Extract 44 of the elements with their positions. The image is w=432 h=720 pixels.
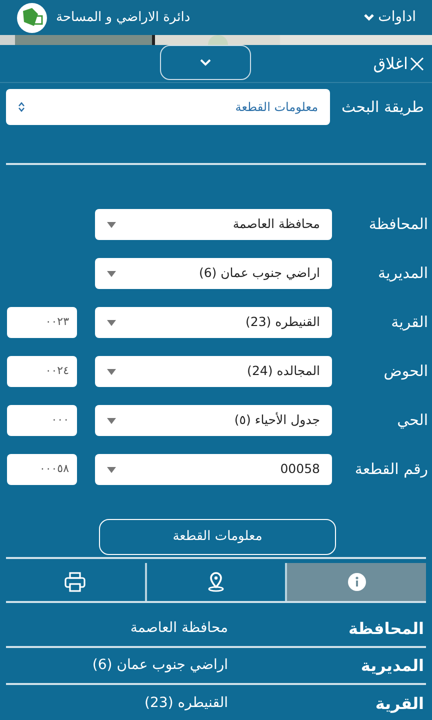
chevron-down-icon xyxy=(364,14,374,22)
tools-menu[interactable]: اداوات xyxy=(364,7,416,28)
info-value: محافظة العاصمة xyxy=(130,619,228,638)
dropdown[interactable]: القنيطره (23) xyxy=(95,307,332,338)
close-icon xyxy=(410,56,424,70)
logo-icon xyxy=(16,2,48,34)
caret-icon xyxy=(107,368,116,374)
info-label: المديرية xyxy=(360,654,424,677)
caret-icon xyxy=(107,320,116,326)
field-label: المحافظة xyxy=(368,214,428,236)
search-method-select[interactable]: معلومات القطعة xyxy=(6,89,330,125)
dropdown[interactable]: المجالده (24) xyxy=(95,356,332,387)
dropdown[interactable]: اراضي جنوب عمان (6) xyxy=(95,258,332,289)
code-field[interactable]: ٠٠٢٣ xyxy=(7,307,77,338)
dropdown[interactable]: محافظة العاصمة xyxy=(95,209,332,240)
info-tab[interactable] xyxy=(287,563,426,601)
field-label: المديرية xyxy=(377,263,428,284)
parcel-info-button[interactable]: معلومات القطعة xyxy=(99,519,336,555)
info-value: القنيطره (23) xyxy=(144,694,228,713)
info-value: اراضي جنوب عمان (6) xyxy=(92,656,228,675)
caret-icon xyxy=(107,466,116,472)
field-label: طريقة البحث xyxy=(340,96,424,118)
dropdown[interactable]: 00058 xyxy=(95,454,332,485)
field-label: الحي xyxy=(396,410,428,432)
map-pin-icon xyxy=(207,572,225,592)
dropdown[interactable]: جدول الأحياء (٥) xyxy=(95,405,332,436)
app-title: دائرة الاراضي و المساحة xyxy=(56,8,190,27)
field-label: القرية xyxy=(390,312,428,334)
info-icon xyxy=(348,573,366,591)
info-label: المحافظة xyxy=(347,618,424,640)
collapse-button[interactable] xyxy=(160,45,251,80)
code-field[interactable]: ٠٠٠٥٨ xyxy=(7,454,77,485)
printer-icon xyxy=(64,572,86,592)
field-label: رقم القطعة xyxy=(354,459,428,480)
field-label: الحوض xyxy=(382,361,428,382)
sort-icon xyxy=(18,102,25,112)
caret-icon xyxy=(107,222,116,228)
close-button[interactable]: اغلاق xyxy=(373,52,424,76)
chevron-down-icon xyxy=(200,59,211,66)
code-field[interactable]: ٠٠٢٤ xyxy=(7,356,77,387)
caret-icon xyxy=(107,418,116,424)
code-field[interactable]: ٠٠٠ xyxy=(7,405,77,436)
info-label: القرية xyxy=(374,692,424,715)
caret-icon xyxy=(107,270,116,276)
